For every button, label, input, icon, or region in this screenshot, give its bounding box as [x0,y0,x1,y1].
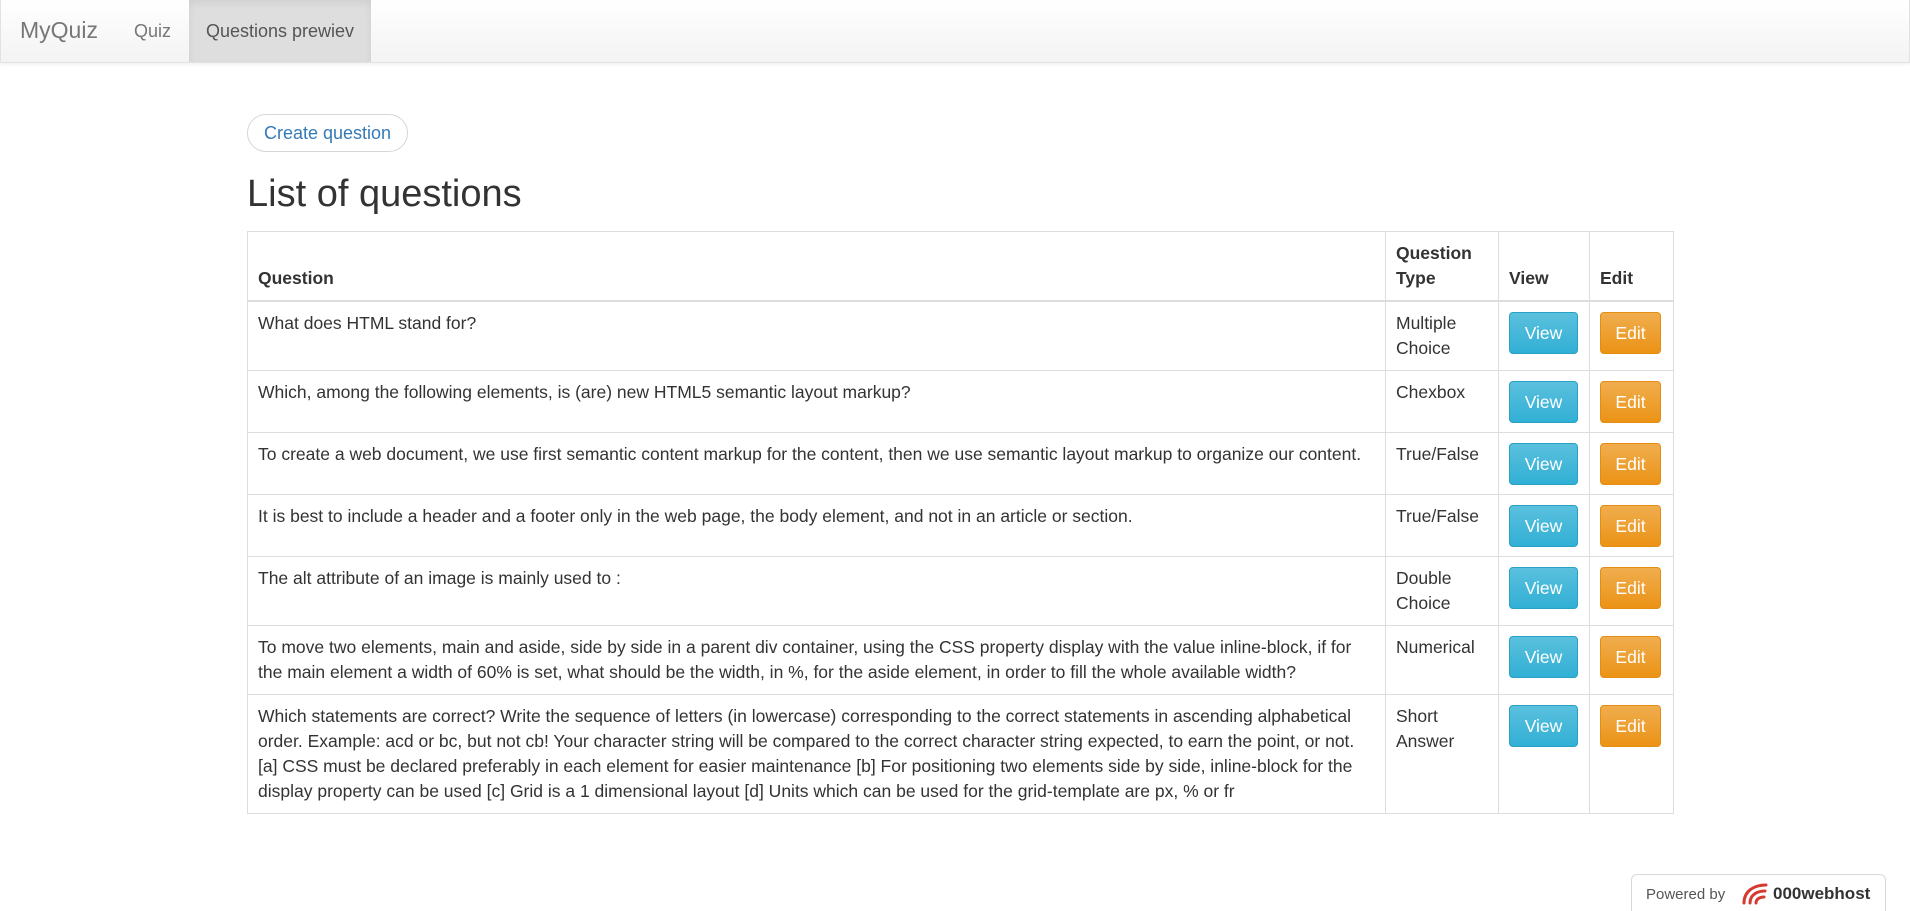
view-button[interactable]: View [1509,443,1578,485]
view-cell: View [1498,432,1590,495]
edit-button[interactable]: Edit [1600,381,1661,423]
view-cell: View [1498,694,1590,814]
view-cell: View [1498,494,1590,557]
host-name: 000webhost [1773,884,1871,903]
brand-logo[interactable]: MyQuiz [20,17,98,44]
view-button[interactable]: View [1509,312,1578,354]
table-row: The alt attribute of an image is mainly … [247,556,1674,626]
questions-table: Question Question Type View Edit What do… [247,231,1674,814]
question-text: To move two elements, main and aside, si… [247,625,1386,695]
navbar: MyQuiz Quiz Questions prewiev [0,0,1910,63]
edit-cell: Edit [1589,625,1674,695]
view-button[interactable]: View [1509,705,1578,747]
table-row: Which statements are correct? Write the … [247,694,1674,814]
edit-cell: Edit [1589,300,1674,371]
question-type: Chexbox [1385,370,1499,433]
view-button[interactable]: View [1509,381,1578,423]
view-button[interactable]: View [1509,636,1578,678]
edit-cell: Edit [1589,556,1674,626]
header-question-type: Question Type [1385,231,1499,302]
edit-button[interactable]: Edit [1600,505,1661,547]
question-text: Which statements are correct? Write the … [247,694,1386,814]
view-cell: View [1498,556,1590,626]
table-row: What does HTML stand for? Multiple Choic… [247,300,1674,371]
edit-button[interactable]: Edit [1600,705,1661,747]
hosting-badge[interactable]: Powered by 000webhost [1631,874,1886,911]
edit-cell: Edit [1589,494,1674,557]
question-text: The alt attribute of an image is mainly … [247,556,1386,626]
header-edit: Edit [1589,231,1674,302]
table-header-row: Question Question Type View Edit [247,231,1674,302]
powered-by-label: Powered by [1646,886,1726,903]
edit-button[interactable]: Edit [1600,636,1661,678]
question-type: True/False [1385,494,1499,557]
question-type: Short Answer [1385,694,1499,814]
edit-button[interactable]: Edit [1600,312,1661,354]
nav-item-quiz[interactable]: Quiz [134,0,171,62]
edit-cell: Edit [1589,370,1674,433]
question-type: Numerical [1385,625,1499,695]
nav-item-questions-preview[interactable]: Questions prewiev [189,0,371,62]
question-text: It is best to include a header and a foo… [247,494,1386,557]
table-row: To move two elements, main and aside, si… [247,625,1674,695]
header-question: Question [247,231,1386,302]
edit-button[interactable]: Edit [1600,443,1661,485]
view-button[interactable]: View [1509,505,1578,547]
table-row: Which, among the following elements, is … [247,370,1674,433]
edit-button[interactable]: Edit [1600,567,1661,609]
table-row: To create a web document, we use first s… [247,432,1674,495]
question-text: To create a web document, we use first s… [247,432,1386,495]
000webhost-logo-icon [1740,881,1770,911]
header-view: View [1498,231,1590,302]
table-row: It is best to include a header and a foo… [247,494,1674,557]
question-text: What does HTML stand for? [247,300,1386,371]
question-type: Multiple Choice [1385,300,1499,371]
view-cell: View [1498,625,1590,695]
question-type: Double Choice [1385,556,1499,626]
question-type: True/False [1385,432,1499,495]
view-cell: View [1498,370,1590,433]
edit-cell: Edit [1589,432,1674,495]
page-title: List of questions [247,173,522,215]
question-text: Which, among the following elements, is … [247,370,1386,433]
view-button[interactable]: View [1509,567,1578,609]
view-cell: View [1498,300,1590,371]
create-question-button[interactable]: Create question [247,114,408,152]
edit-cell: Edit [1589,694,1674,814]
